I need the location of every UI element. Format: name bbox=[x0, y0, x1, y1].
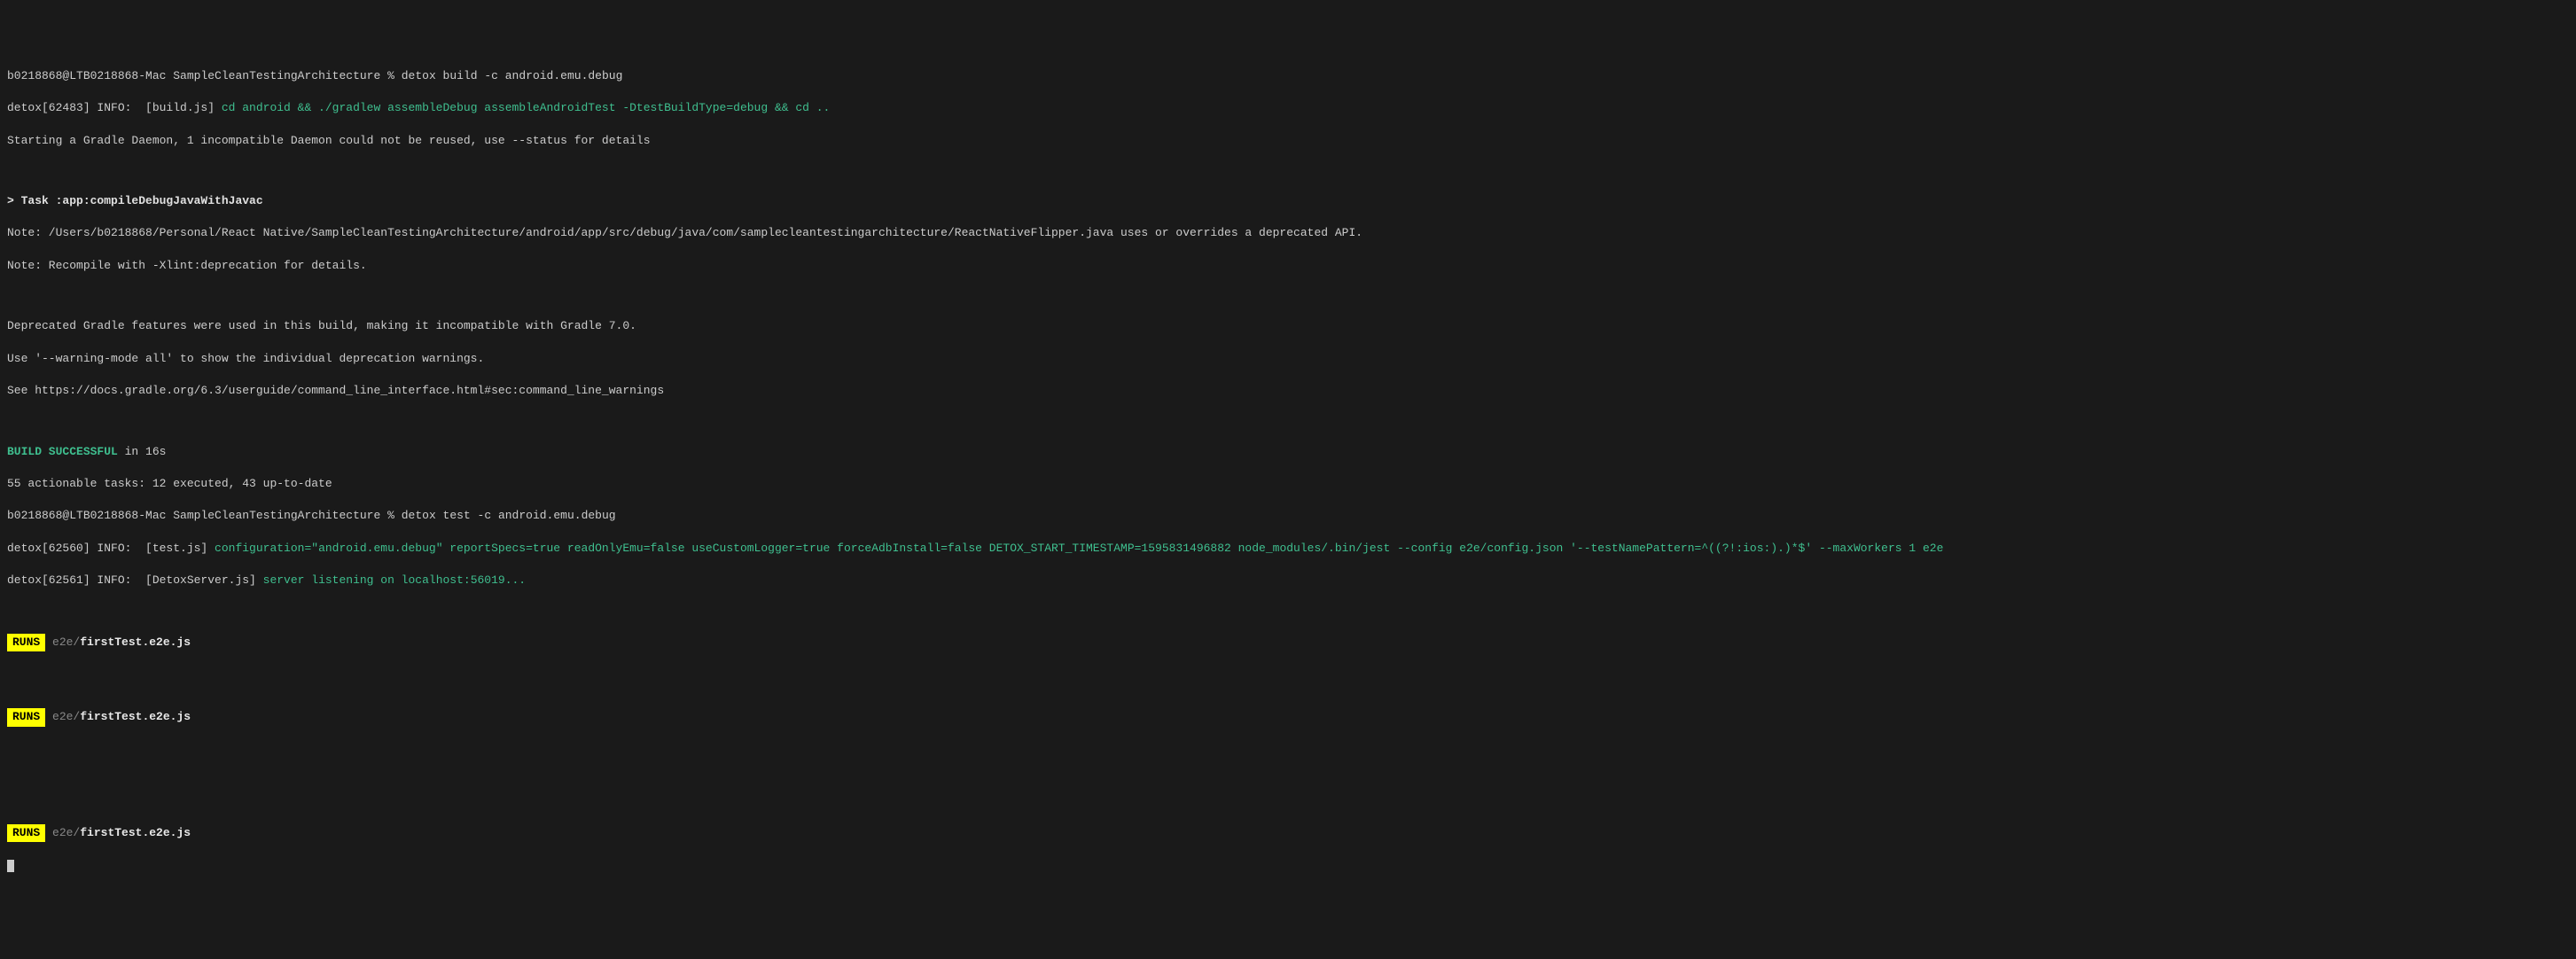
cursor-line[interactable] bbox=[7, 858, 2569, 874]
tasks-summary-line: 55 actionable tasks: 12 executed, 43 up-… bbox=[7, 476, 2569, 492]
command-text: detox build -c android.emu.debug bbox=[402, 69, 623, 82]
build-time: in 16s bbox=[118, 445, 167, 458]
jest-config: configuration="android.emu.debug" report… bbox=[215, 542, 1943, 555]
test-path: e2e/ bbox=[45, 635, 80, 649]
note-line-2: Note: Recompile with -Xlint:deprecation … bbox=[7, 258, 2569, 274]
task-line: > Task :app:compileDebugJavaWithJavac bbox=[7, 193, 2569, 209]
info-server-line: detox[62561] INFO: [DetoxServer.js] serv… bbox=[7, 573, 2569, 589]
server-msg: server listening on localhost:56019... bbox=[263, 573, 526, 587]
runs-line-2: RUNS e2e/firstTest.e2e.js bbox=[7, 708, 2569, 726]
build-successful-label: BUILD SUCCESSFUL bbox=[7, 445, 118, 458]
test-path: e2e/ bbox=[45, 826, 80, 839]
runs-badge: RUNS bbox=[7, 824, 45, 842]
runs-badge: RUNS bbox=[7, 634, 45, 651]
user-host: b0218868@LTB0218868-Mac bbox=[7, 69, 166, 82]
info-prefix: detox[62561] INFO: [DetoxServer.js] bbox=[7, 573, 263, 587]
prompt-symbol: % bbox=[387, 509, 394, 522]
test-file: firstTest.e2e.js bbox=[80, 635, 191, 649]
cwd: SampleCleanTestingArchitecture bbox=[173, 509, 380, 522]
user-host: b0218868@LTB0218868-Mac bbox=[7, 509, 166, 522]
deprecated-line-2: Use '--warning-mode all' to show the ind… bbox=[7, 351, 2569, 367]
info-prefix: detox[62483] INFO: [build.js] bbox=[7, 101, 222, 114]
runs-line-3: RUNS e2e/firstTest.e2e.js bbox=[7, 824, 2569, 842]
info-build-line: detox[62483] INFO: [build.js] cd android… bbox=[7, 100, 2569, 116]
info-prefix: detox[62560] INFO: [test.js] bbox=[7, 542, 215, 555]
build-result-line: BUILD SUCCESSFUL in 16s bbox=[7, 444, 2569, 460]
note-line-1: Note: /Users/b0218868/Personal/React Nat… bbox=[7, 225, 2569, 241]
runs-line-1: RUNS e2e/firstTest.e2e.js bbox=[7, 634, 2569, 651]
prompt-symbol: % bbox=[387, 69, 394, 82]
deprecated-line-1: Deprecated Gradle features were used in … bbox=[7, 318, 2569, 334]
deprecated-line-3: See https://docs.gradle.org/6.3/userguid… bbox=[7, 383, 2569, 399]
daemon-line: Starting a Gradle Daemon, 1 incompatible… bbox=[7, 133, 2569, 149]
test-file: firstTest.e2e.js bbox=[80, 710, 191, 723]
command-text: detox test -c android.emu.debug bbox=[402, 509, 616, 522]
runs-badge: RUNS bbox=[7, 708, 45, 726]
gradle-command: cd android && ./gradlew assembleDebug as… bbox=[222, 101, 831, 114]
test-file: firstTest.e2e.js bbox=[80, 826, 191, 839]
terminal-cursor[interactable] bbox=[7, 860, 14, 872]
prompt-line-2: b0218868@LTB0218868-Mac SampleCleanTesti… bbox=[7, 508, 2569, 524]
prompt-line-1: b0218868@LTB0218868-Mac SampleCleanTesti… bbox=[7, 68, 2569, 84]
test-path: e2e/ bbox=[45, 710, 80, 723]
info-test-line: detox[62560] INFO: [test.js] configurati… bbox=[7, 541, 2569, 557]
cwd: SampleCleanTestingArchitecture bbox=[173, 69, 380, 82]
